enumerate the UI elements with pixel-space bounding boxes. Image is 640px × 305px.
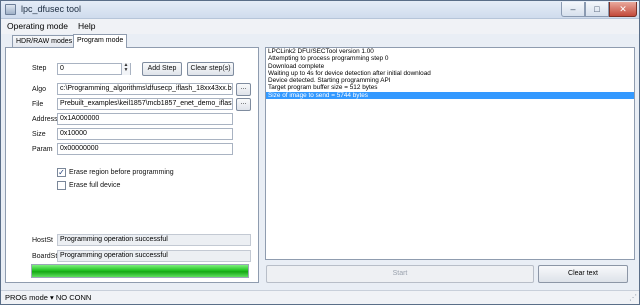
progress-fill <box>32 265 248 277</box>
menu-bar: Operating mode Help <box>1 19 639 34</box>
erase-full-label: Erase full device <box>69 182 121 189</box>
log-line[interactable]: Target program buffer size = 512 bytes <box>266 84 634 91</box>
size-label: Size <box>32 131 46 138</box>
step-input[interactable]: 0 <box>57 63 131 75</box>
resize-grip-icon[interactable]: ⋰ <box>629 293 637 302</box>
menu-operating-mode[interactable]: Operating mode <box>7 21 68 31</box>
start-button[interactable]: Start <box>266 265 534 283</box>
erase-full-checkbox[interactable] <box>57 181 66 190</box>
algo-browse-button[interactable]: ... <box>236 83 251 96</box>
program-mode-panel: Step 0 ▲ ▼ Add Step Clear step(s) Algo c:… <box>5 47 259 283</box>
log-line[interactable]: Device detected. Starting programming AP… <box>266 77 634 84</box>
erase-region-checkbox[interactable]: ✓ <box>57 168 66 177</box>
size-field[interactable]: 0x10000 <box>57 128 233 140</box>
file-label: File <box>32 101 44 108</box>
file-browse-button[interactable]: ... <box>236 98 251 111</box>
status-text[interactable]: PROG mode ▾ NO CONN <box>5 293 91 302</box>
clear-steps-button[interactable]: Clear step(s) <box>187 62 234 76</box>
clear-text-button[interactable]: Clear text <box>538 265 628 283</box>
param-label: Param <box>32 146 53 153</box>
hoststat-label: HostSt <box>32 237 54 244</box>
menu-help[interactable]: Help <box>78 21 95 31</box>
status-bar: PROG mode ▾ NO CONN ⋰ <box>1 290 639 304</box>
progress-bar <box>31 264 249 278</box>
log-line[interactable]: Size of image to send = 5744 bytes <box>266 91 634 100</box>
log-line[interactable]: Waiting up to 4s for device detection af… <box>266 70 634 77</box>
step-label: Step <box>32 65 47 72</box>
algo-field[interactable]: c:\Programming_algorithms\dfusecp_iflash… <box>57 83 233 95</box>
boardstat-field: Programming operation successful <box>57 250 251 262</box>
log-line[interactable]: Download complete <box>266 63 634 70</box>
close-button[interactable]: ✕ <box>609 2 637 17</box>
step-spinner[interactable]: ▲ ▼ <box>121 63 130 75</box>
add-step-button[interactable]: Add Step <box>142 62 182 76</box>
algo-label: Algo <box>32 86 47 93</box>
app-icon <box>5 4 16 15</box>
param-field[interactable]: 0x00000000 <box>57 143 233 155</box>
boardstat-label: BoardSt <box>32 253 58 260</box>
tab-hdr-raw-modes[interactable]: HDR/RAW modes <box>12 35 77 47</box>
file-field[interactable]: Prebuilt_examples\keil1857\mcb1857_enet_… <box>57 98 233 110</box>
hoststat-field: Programming operation successful <box>57 234 251 246</box>
maximize-button[interactable]: □ <box>585 2 609 17</box>
erase-region-label: Erase region before programming <box>69 169 174 176</box>
log-line[interactable]: LPCLink2 DFU/SECTool version 1.00 <box>266 48 634 55</box>
address-label: Address <box>32 116 58 123</box>
log-line[interactable]: Attempting to process programming step 0 <box>266 55 634 62</box>
minimize-button[interactable]: – <box>561 2 585 17</box>
tab-program-mode[interactable]: Program mode <box>73 34 128 48</box>
app-window: lpc_dfusec tool – □ ✕ Operating mode Hel… <box>0 0 640 305</box>
log-output[interactable]: LPCLink2 DFU/SECTool version 1.00 Attemp… <box>265 47 635 260</box>
address-field[interactable]: 0x1A000000 <box>57 113 233 125</box>
window-title: lpc_dfusec tool <box>21 4 82 14</box>
title-bar[interactable]: lpc_dfusec tool – □ ✕ <box>1 1 639 19</box>
